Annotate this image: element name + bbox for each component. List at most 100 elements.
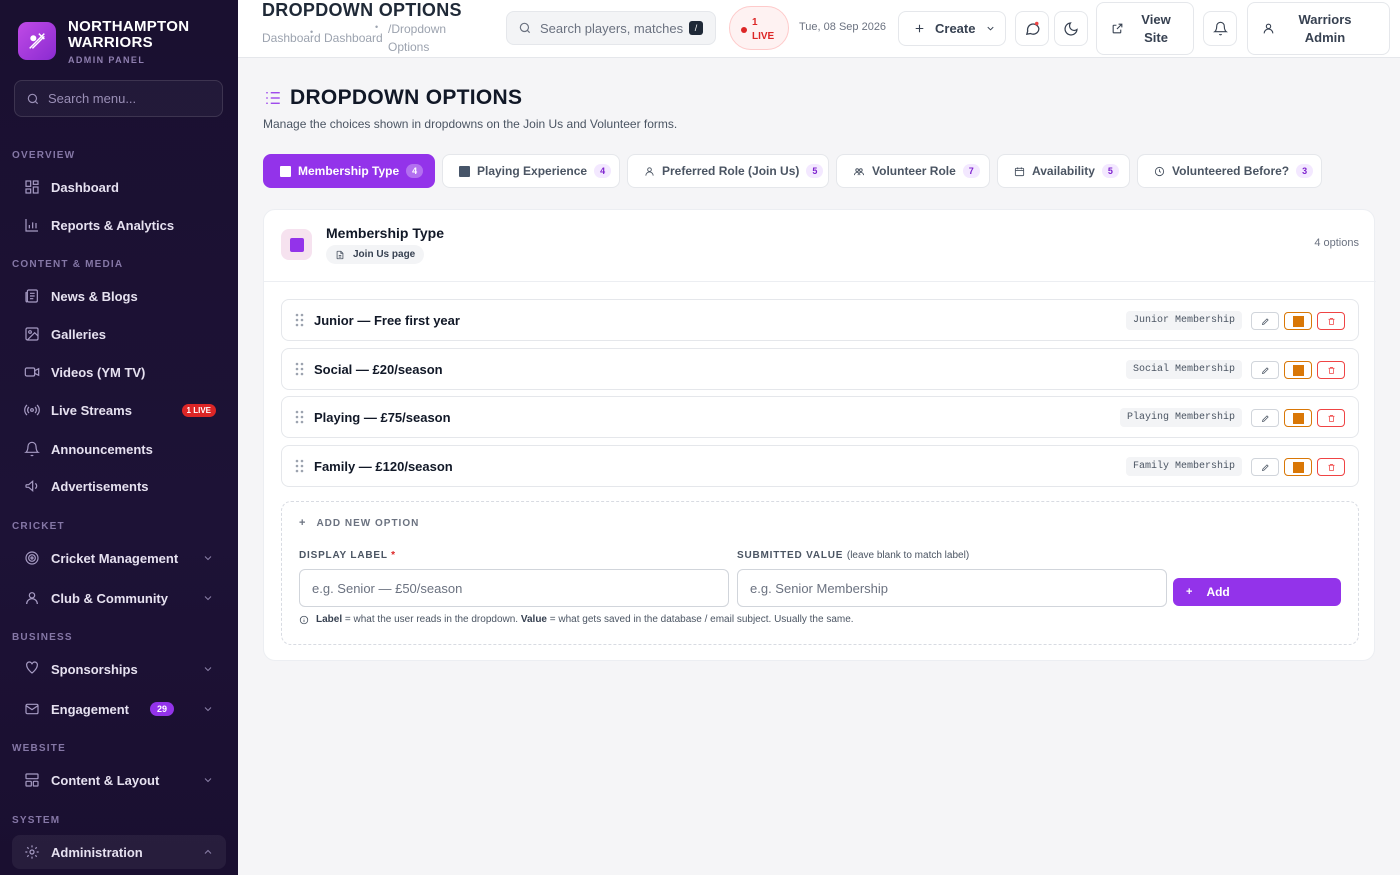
tab-volunteered-before[interactable]: Volunteered Before? 3: [1137, 154, 1322, 188]
grid-icon: [23, 178, 41, 196]
square-icon: [280, 165, 291, 177]
section-label-cricket: CRICKET: [12, 521, 65, 532]
option-row[interactable]: Family — £120/season Family Membership: [281, 445, 1359, 487]
notifications-button[interactable]: [1203, 11, 1237, 46]
sidebar-item-club-community[interactable]: Club & Community: [12, 581, 226, 615]
sidebar-item-label: Dashboard: [51, 179, 119, 195]
sidebar-search-input[interactable]: [48, 91, 208, 106]
tab-label: Availability: [1032, 164, 1095, 178]
sidebar-item-sponsorships[interactable]: Sponsorships: [12, 652, 226, 686]
theme-toggle-button[interactable]: [1054, 11, 1088, 46]
breadcrumb-item[interactable]: Dashboard: [324, 31, 383, 45]
global-search-input[interactable]: [540, 20, 684, 36]
pencil-icon: [1261, 463, 1269, 471]
drag-handle-icon[interactable]: [295, 459, 305, 478]
bell-icon: [23, 440, 41, 458]
sidebar-item-videos[interactable]: Videos (YM TV): [12, 355, 226, 389]
tab-label: Membership Type: [298, 164, 400, 178]
option-label: Social — £20/season: [314, 362, 443, 377]
messages-button[interactable]: [1015, 11, 1049, 46]
plus-icon: +: [1186, 586, 1193, 598]
delete-button[interactable]: [1317, 409, 1345, 427]
sidebar-item-galleries[interactable]: Galleries: [12, 317, 226, 351]
drag-handle-icon[interactable]: [295, 410, 305, 429]
tab-preferred-role[interactable]: Preferred Role (Join Us) 5: [627, 154, 829, 188]
user-name-line2: Admin: [1304, 29, 1346, 45]
tab-count: 5: [1101, 164, 1119, 178]
live-status-pill[interactable]: 1 LIVE: [729, 6, 789, 50]
view-site-button[interactable]: View Site: [1096, 2, 1194, 55]
chevron-down-icon: [987, 26, 995, 31]
view-site-label-line1: View: [1141, 11, 1171, 27]
edit-button[interactable]: [1251, 409, 1279, 427]
trash-icon: [1328, 463, 1334, 471]
engagement-badge: 29: [149, 702, 174, 716]
sidebar-search: [14, 80, 223, 117]
delete-button[interactable]: [1317, 458, 1345, 476]
edit-button[interactable]: [1251, 458, 1279, 476]
sidebar-item-content-layout[interactable]: Content & Layout: [12, 763, 226, 797]
search-shortcut-key: /: [689, 21, 703, 35]
search-icon: [519, 22, 531, 34]
edit-button[interactable]: [1251, 312, 1279, 330]
plus-icon: +: [299, 517, 307, 529]
option-value: Family Membership: [1125, 457, 1242, 476]
trash-icon: [1328, 366, 1334, 374]
submitted-value-input[interactable]: [737, 569, 1167, 607]
sidebar-item-label: Cricket Management: [51, 550, 179, 566]
sidebar-item-announcements[interactable]: Announcements: [12, 432, 226, 466]
drag-handle-icon[interactable]: [295, 313, 305, 332]
delete-button[interactable]: [1317, 312, 1345, 330]
sidebar-item-administration[interactable]: Administration: [12, 835, 226, 869]
tab-availability[interactable]: Availability 5: [997, 154, 1130, 188]
trash-icon: [1328, 414, 1334, 422]
sidebar-item-label: Sponsorships: [51, 661, 138, 677]
pencil-icon: [1261, 366, 1269, 374]
sidebar-item-dashboard[interactable]: Dashboard: [12, 170, 226, 204]
sidebar-item-engagement[interactable]: Engagement 29: [12, 692, 226, 726]
video-icon: [23, 363, 41, 381]
mail-icon: [23, 700, 41, 718]
megaphone-icon: [23, 477, 41, 495]
section-label-overview: OVERVIEW: [12, 150, 76, 161]
section-label-business: BUSINESS: [12, 632, 73, 643]
current-date: Tue, 08 Sep 2026: [799, 21, 887, 33]
toggle-active-button[interactable]: [1284, 409, 1312, 427]
sidebar-item-news[interactable]: News & Blogs: [12, 279, 226, 313]
toggle-active-button[interactable]: [1284, 312, 1312, 330]
create-button[interactable]: Create: [898, 11, 1006, 46]
option-count: 4 options: [1314, 237, 1359, 249]
edit-button[interactable]: [1251, 361, 1279, 379]
sidebar-item-live-streams[interactable]: Live Streams 1 LIVE: [12, 393, 226, 427]
sidebar-item-reports[interactable]: Reports & Analytics: [12, 208, 226, 242]
help-value-word: Value: [520, 614, 547, 625]
option-row[interactable]: Playing — £75/season Playing Membership: [281, 396, 1359, 438]
user-menu-button[interactable]: Warriors Admin: [1247, 2, 1390, 55]
sidebar-item-label: Engagement: [51, 701, 130, 717]
add-option-title: + ADD NEW OPTION: [299, 517, 419, 529]
sidebar-item-label: Advertisements: [51, 478, 149, 494]
tab-membership-type[interactable]: Membership Type 4: [263, 154, 435, 188]
square-icon: [281, 229, 312, 260]
display-label-input[interactable]: [299, 569, 729, 607]
add-option-button[interactable]: + Add: [1173, 578, 1341, 606]
option-row[interactable]: Social — £20/season Social Membership: [281, 348, 1359, 390]
delete-button[interactable]: [1317, 361, 1345, 379]
tab-playing-experience[interactable]: Playing Experience 4: [442, 154, 620, 188]
toggle-active-button[interactable]: [1284, 361, 1312, 379]
sidebar-item-label: Live Streams: [51, 402, 132, 418]
handshake-icon: [23, 660, 41, 678]
add-option-button-label: Add: [1206, 585, 1230, 599]
brand[interactable]: NORTHAMPTON WARRIORS ADMIN PANEL: [18, 19, 189, 65]
drag-handle-icon[interactable]: [295, 362, 305, 381]
list-icon: [266, 92, 280, 104]
tab-volunteer-role[interactable]: Volunteer Role 7: [836, 154, 990, 188]
tab-count: 7: [962, 164, 980, 178]
sidebar-item-advertisements[interactable]: Advertisements: [12, 469, 226, 503]
option-row[interactable]: Junior — Free first year Junior Membersh…: [281, 299, 1359, 341]
user-icon: [1263, 23, 1274, 34]
breadcrumb-item: /Dropdown: [388, 22, 447, 36]
sidebar-item-cricket-management[interactable]: Cricket Management: [12, 541, 226, 575]
toggle-active-button[interactable]: [1284, 458, 1312, 476]
sidebar-item-label: Administration: [51, 844, 143, 860]
